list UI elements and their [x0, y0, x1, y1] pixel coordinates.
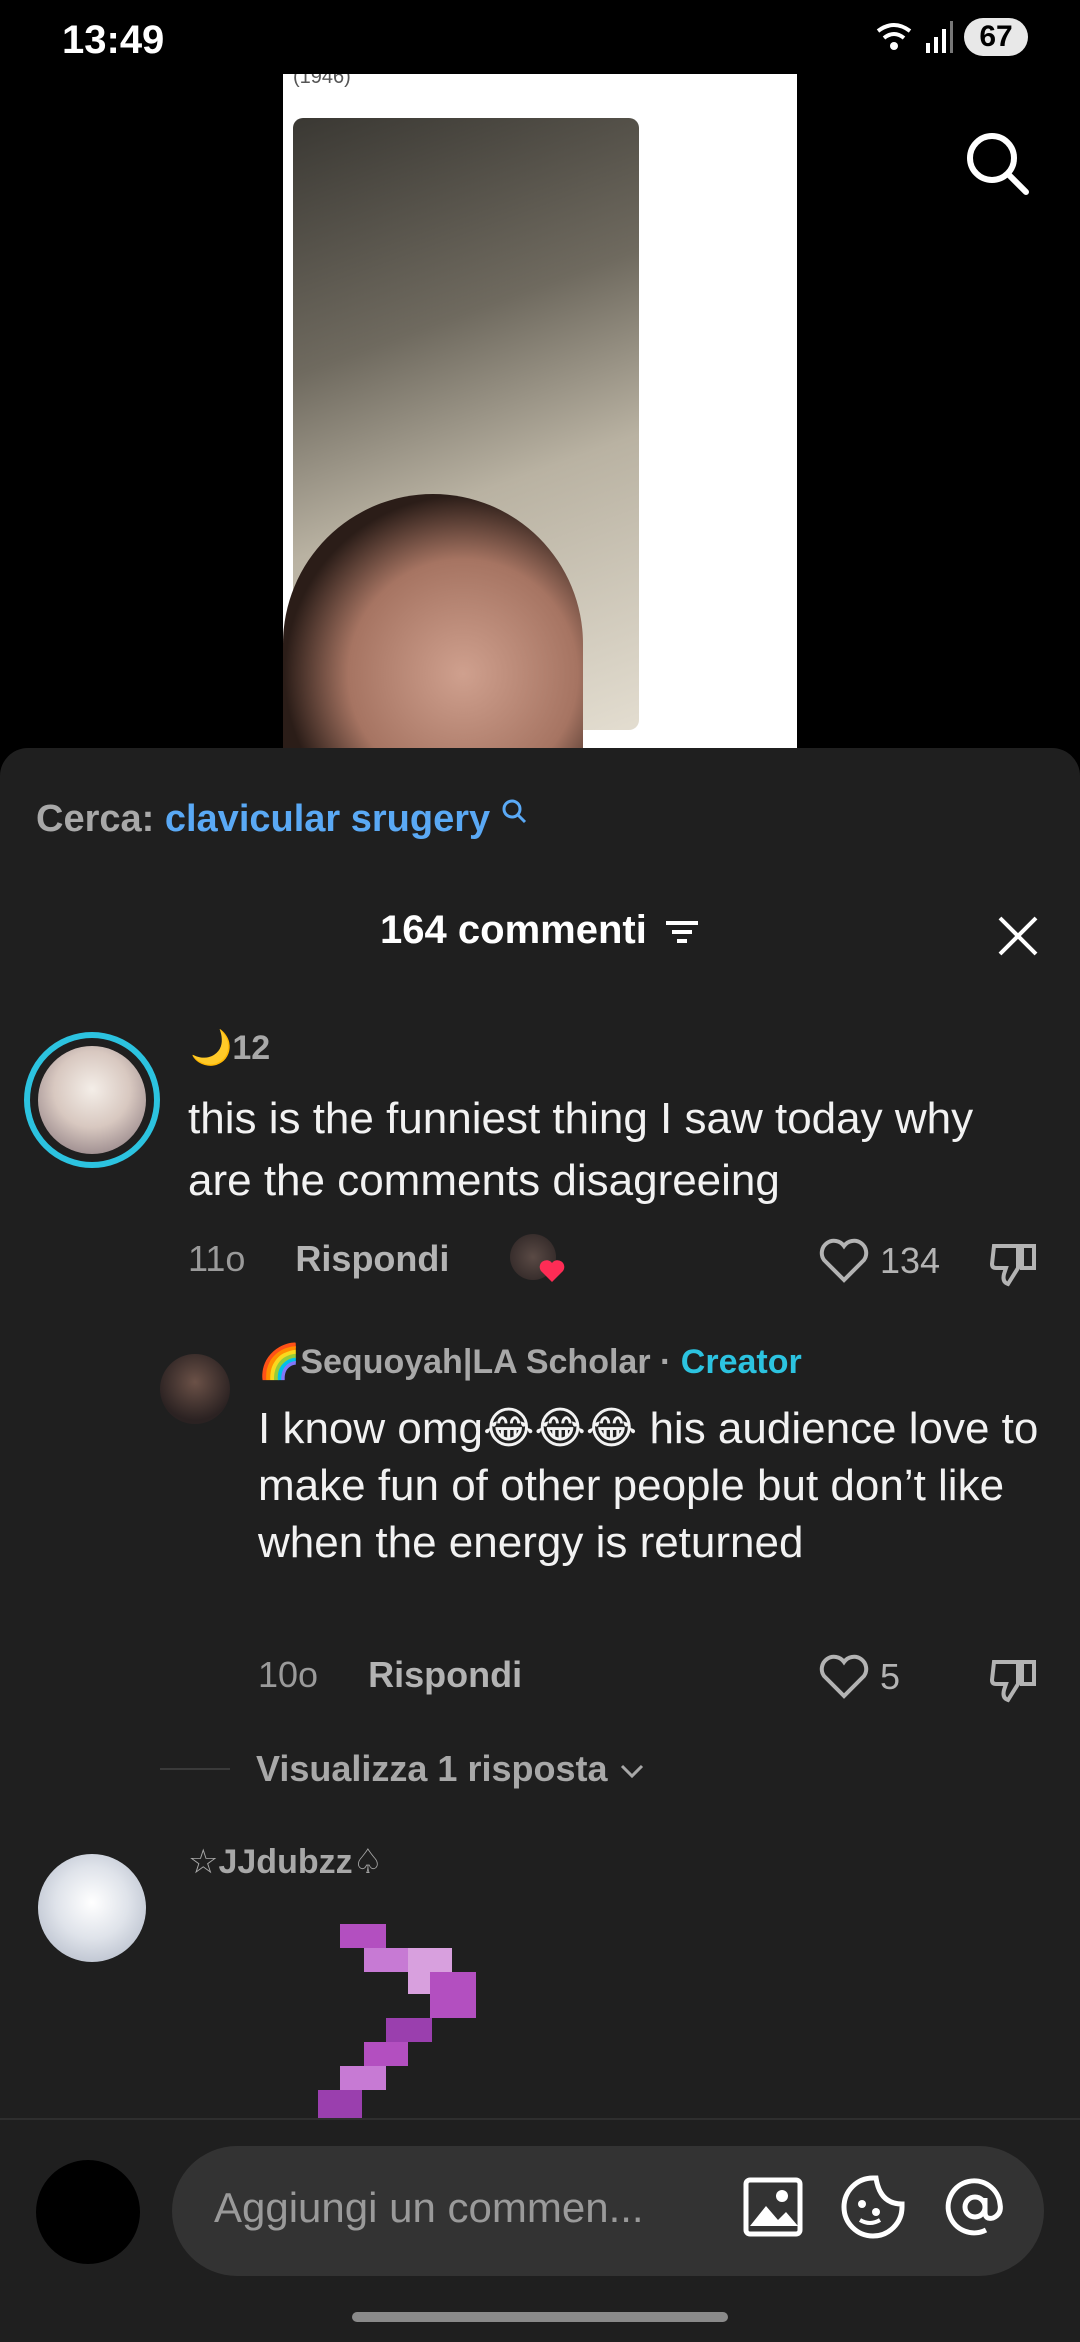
- reply-meta: 10o Rispondi: [258, 1654, 522, 1696]
- reply-age: 10o: [258, 1654, 319, 1695]
- signal-icon: [926, 21, 953, 53]
- avatar[interactable]: [38, 1854, 146, 1962]
- heart-icon: [819, 1654, 869, 1699]
- view-replies-label: Visualizza 1 risposta: [256, 1748, 608, 1789]
- reply-text: I know omg😂😂😂 his audience love to make …: [258, 1404, 1039, 1567]
- creator-badge: Creator: [680, 1343, 802, 1381]
- composer-actions: [742, 2174, 1008, 2240]
- sticker-icon[interactable]: [840, 2174, 906, 2240]
- status-icons: 67: [874, 18, 1028, 56]
- like-button[interactable]: 134: [818, 1238, 940, 1284]
- search-query-link[interactable]: clavicular srugery: [165, 798, 490, 840]
- heart-icon: [819, 1238, 869, 1283]
- comment-input[interactable]: Aggiungi un commen...: [172, 2146, 1044, 2276]
- comment-username[interactable]: 🌙12: [190, 1028, 270, 1068]
- mention-icon[interactable]: [942, 2174, 1008, 2240]
- comment-input-placeholder: Aggiungi un commen...: [214, 2184, 644, 2231]
- wifi-icon: [876, 23, 912, 50]
- reply-button[interactable]: Rispondi: [295, 1238, 449, 1279]
- comments-header: 164 commenti: [0, 908, 1080, 953]
- search-icon: [967, 133, 1029, 195]
- reply-username[interactable]: 🌈Sequoyah|LA Scholar: [258, 1343, 651, 1381]
- reply-username-row: 🌈Sequoyah|LA Scholar · Creator: [258, 1342, 802, 1382]
- pixel-art-sticker: [318, 1924, 502, 2118]
- separator-dot: ·: [660, 1343, 672, 1381]
- reply-button[interactable]: Rispondi: [368, 1654, 522, 1695]
- creator-heart-icon: [539, 1260, 565, 1282]
- search-suggestion[interactable]: Cerca: clavicular srugery: [36, 798, 527, 841]
- status-bar: 13:49 67: [0, 0, 1080, 80]
- like-count: 5: [880, 1656, 901, 1697]
- avatar[interactable]: [24, 1032, 160, 1168]
- dislike-icon[interactable]: [988, 1238, 1040, 1290]
- chevron-down-icon: [620, 1764, 643, 1779]
- search-small-icon: [502, 799, 526, 824]
- comment-text: this is the funniest thing I saw today w…: [188, 1094, 974, 1205]
- dislike-icon[interactable]: [988, 1654, 1040, 1706]
- comments-count: 164 commenti: [380, 908, 647, 952]
- replies-divider: [160, 1768, 230, 1770]
- sort-filter-icon[interactable]: [664, 917, 700, 947]
- close-icon: [998, 916, 1038, 956]
- comments-sheet: Cerca: clavicular srugery 164 commenti 🌙…: [0, 748, 1080, 2340]
- close-button[interactable]: [996, 914, 1040, 963]
- avatar[interactable]: [160, 1354, 230, 1424]
- clock: 13:49: [62, 18, 165, 62]
- video-caption: (1946): [293, 74, 351, 88]
- comment-meta: 11o Rispondi: [188, 1238, 449, 1280]
- video-frame[interactable]: (1946): [283, 74, 797, 750]
- comment-username[interactable]: ☆JJdubzz♤: [188, 1842, 383, 1882]
- image-icon[interactable]: [742, 2176, 804, 2238]
- like-button[interactable]: 5: [818, 1654, 900, 1700]
- battery-indicator: 67: [964, 18, 1028, 56]
- comment-composer: Aggiungi un commen...: [0, 2118, 1080, 2342]
- search-prefix: Cerca:: [36, 798, 155, 840]
- search-button[interactable]: [962, 128, 1032, 203]
- my-avatar[interactable]: [36, 2160, 140, 2264]
- view-replies-button[interactable]: Visualizza 1 risposta: [256, 1748, 646, 1790]
- like-count: 134: [880, 1240, 941, 1281]
- home-indicator[interactable]: [352, 2312, 728, 2322]
- comment-age: 11o: [188, 1238, 246, 1279]
